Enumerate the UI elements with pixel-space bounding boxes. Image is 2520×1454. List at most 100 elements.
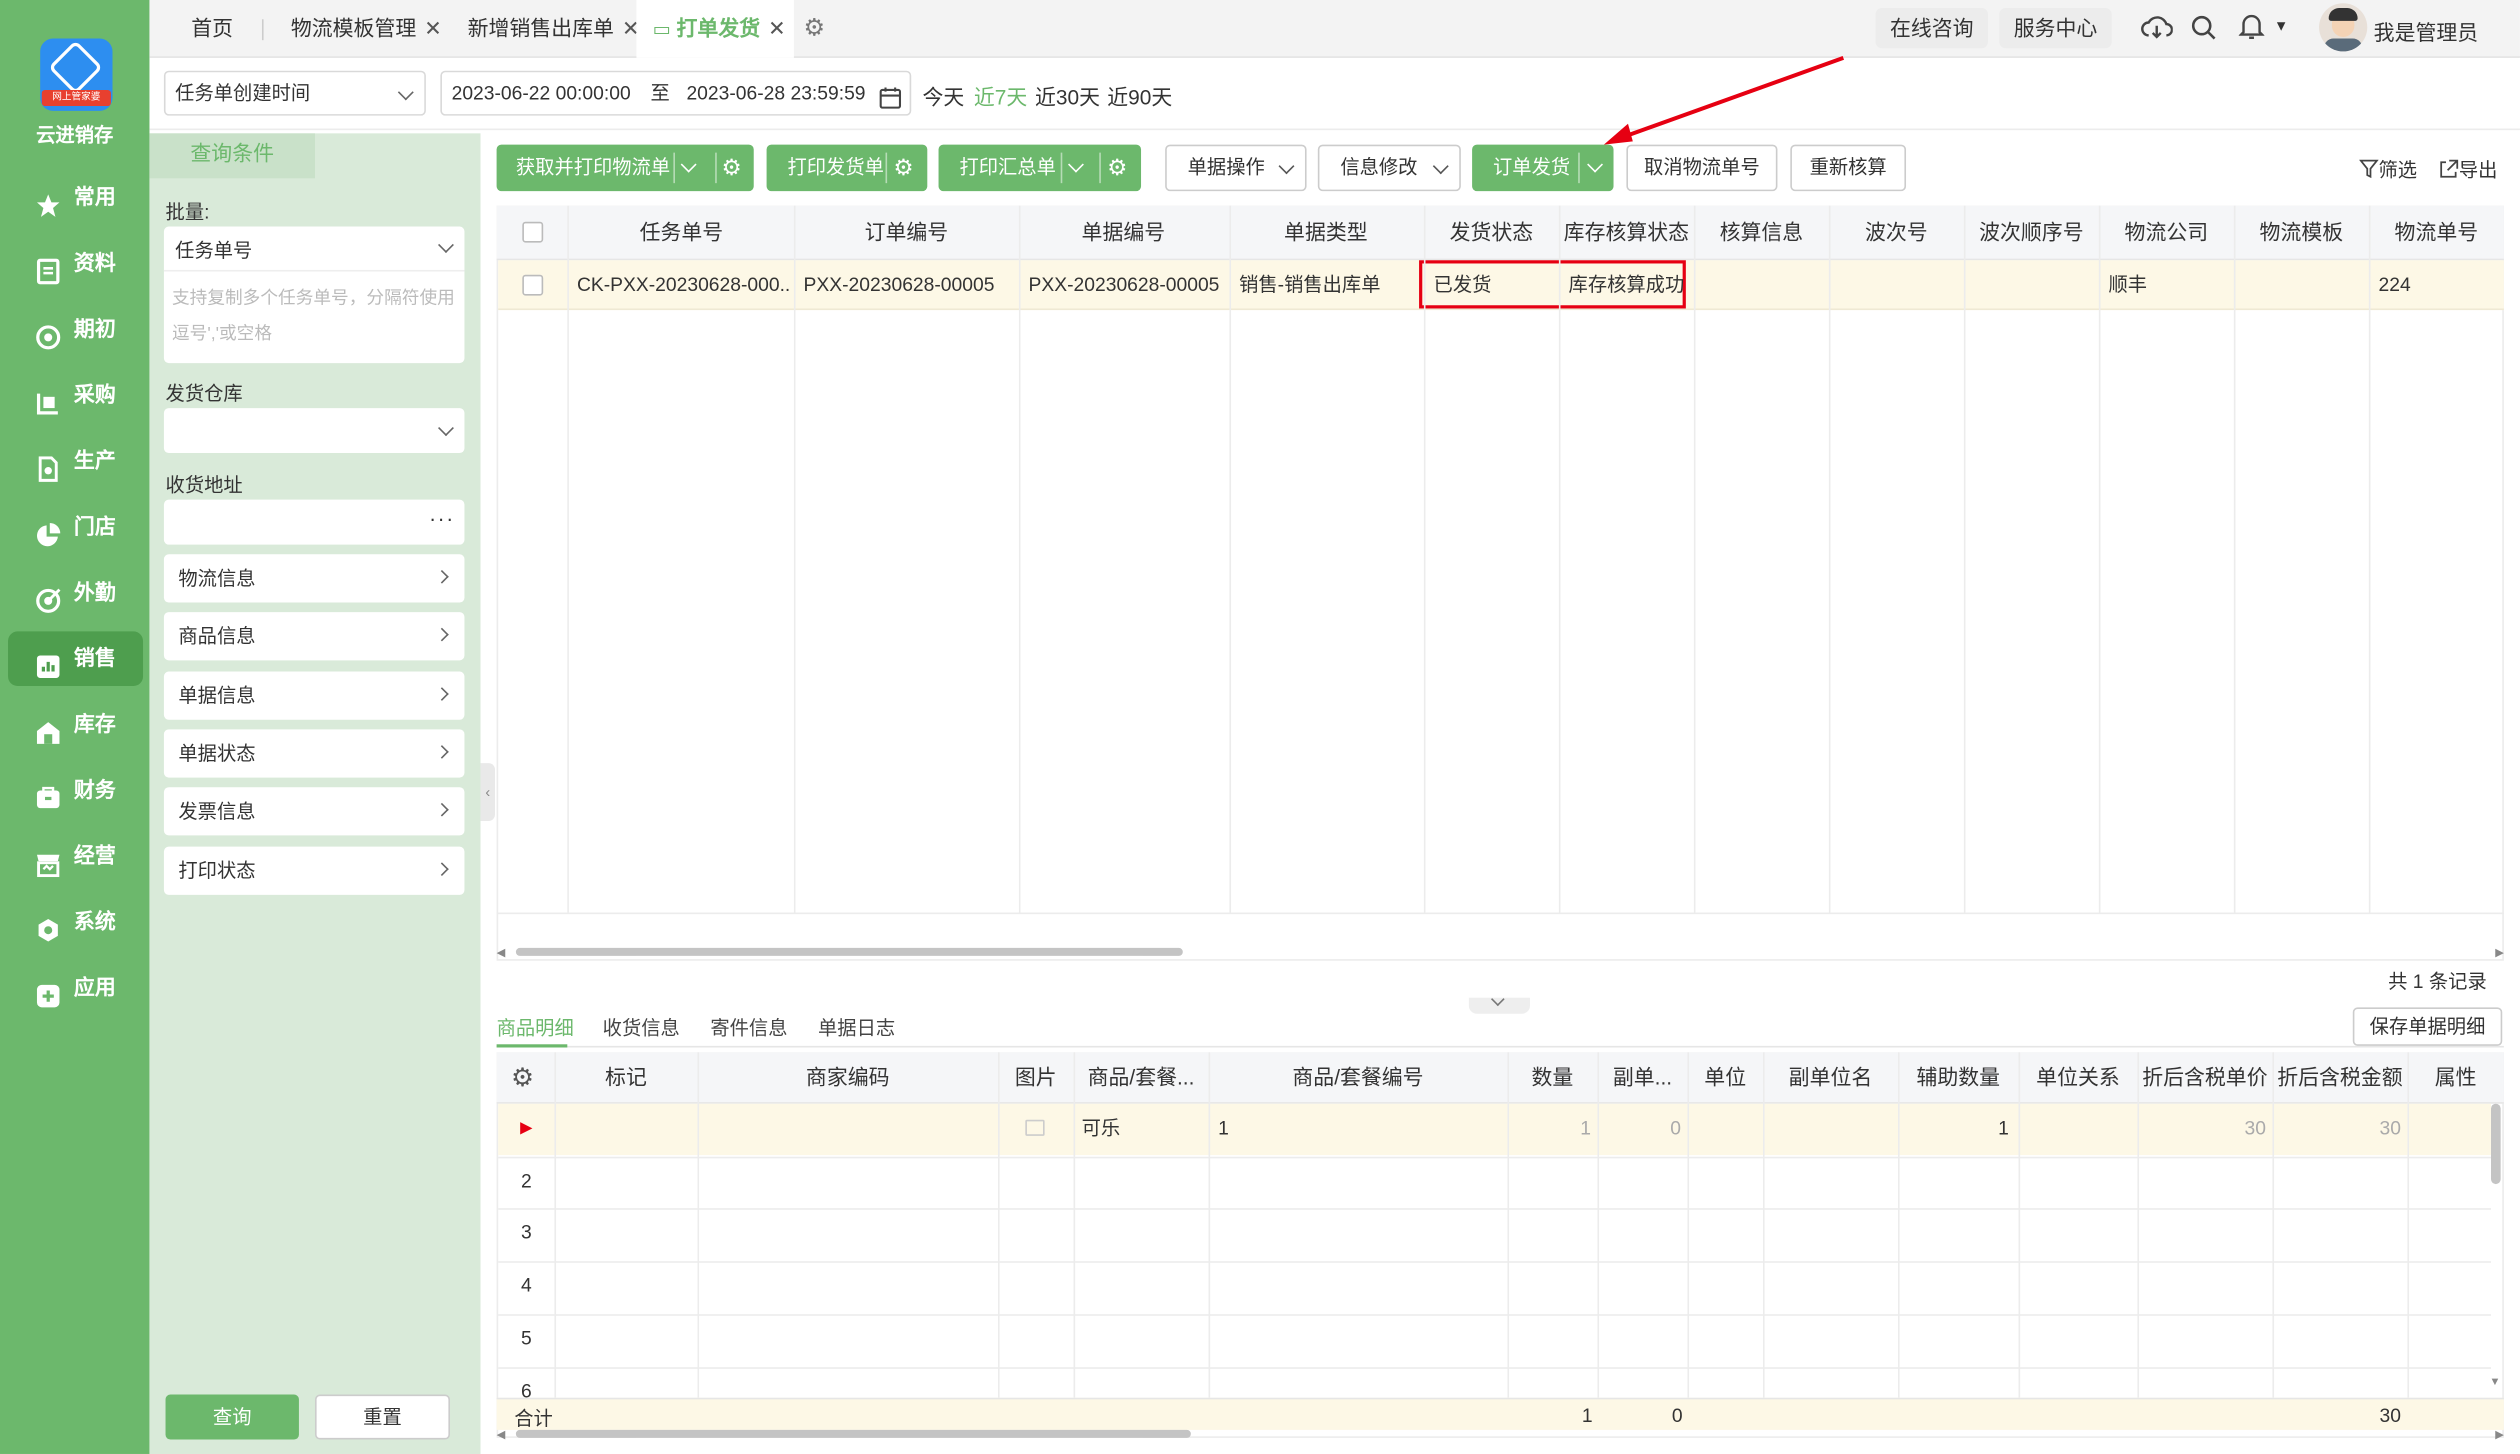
more-icon[interactable]: ··· <box>429 506 455 530</box>
sidebar-item-4[interactable]: 生产 <box>8 434 143 489</box>
column-header[interactable]: 副单... <box>1597 1052 1687 1103</box>
detail-tab-3[interactable]: 单据日志 <box>818 1014 895 1041</box>
column-header[interactable]: 单据编号 <box>1043 207 1204 258</box>
column-header[interactable]: 商家编码 <box>697 1052 998 1103</box>
batch-type-value[interactable]: 任务单号 <box>175 236 252 263</box>
date-range-picker[interactable]: 2023-06-22 00:00:00 至 2023-06-28 23:59:5… <box>440 70 912 116</box>
column-header[interactable]: 单位 <box>1687 1052 1763 1103</box>
column-header[interactable]: 图片 <box>998 1052 1074 1103</box>
query-section-5[interactable]: 打印状态 <box>163 846 465 895</box>
sidebar-item-12[interactable]: 应用 <box>8 961 143 1016</box>
collapse-panel-handle[interactable]: ‹ <box>480 763 495 821</box>
sidebar-item-2[interactable]: 期初 <box>8 302 143 357</box>
reset-button[interactable]: 重置 <box>314 1394 450 1440</box>
filter-button[interactable]: 筛选 <box>2358 156 2417 183</box>
address-input[interactable]: ··· <box>163 499 465 545</box>
horizontal-scrollbar[interactable]: ◀ ▶ <box>497 1427 2504 1441</box>
detail-tab-1[interactable]: 收货信息 <box>603 1014 680 1041</box>
column-header[interactable]: 订单编号 <box>826 207 987 258</box>
cell-qty[interactable]: 1 <box>1507 1104 1591 1154</box>
service-center-button[interactable]: 服务中心 <box>1999 8 2112 49</box>
query-section-4[interactable]: 发票信息 <box>163 787 465 836</box>
column-header[interactable]: 辅助数量 <box>1898 1052 2019 1103</box>
column-header[interactable]: 折后含税单价 <box>2137 1052 2272 1103</box>
warehouse-select[interactable] <box>163 408 465 454</box>
column-header[interactable]: 折后含税金额 <box>2272 1052 2407 1103</box>
tab-print-ship[interactable]: ▭ 打单发货 ✕ <box>636 0 794 58</box>
cell-code[interactable]: 1 <box>1218 1104 1491 1154</box>
print-delivery-button[interactable]: 打印发货单 ⚙ <box>766 144 928 192</box>
quick-range-30days[interactable]: 近30天 <box>1035 80 1100 111</box>
query-button[interactable]: 查询 <box>165 1394 299 1440</box>
query-section-0[interactable]: 物流信息 <box>163 554 465 603</box>
cell-amount[interactable]: 30 <box>2272 1104 2401 1154</box>
chevron-down-icon[interactable] <box>680 156 697 173</box>
quick-range-today[interactable]: 今天 <box>922 80 964 111</box>
detail-tab-0[interactable]: 商品明细 <box>497 1014 574 1041</box>
detail-tab-2[interactable]: 寄件信息 <box>710 1014 787 1041</box>
query-conditions-tab[interactable]: 查询条件 <box>149 133 315 179</box>
caret-down-icon[interactable]: ▼ <box>2274 18 2288 34</box>
avatar[interactable] <box>2319 3 2368 52</box>
sidebar-item-11[interactable]: 系统 <box>8 895 143 950</box>
column-header[interactable]: 商品/套餐编号 <box>1209 1052 1508 1103</box>
column-header[interactable]: 单位关系 <box>2019 1052 2138 1103</box>
column-settings-gear-icon[interactable]: ⚙ <box>511 1062 534 1094</box>
sidebar-item-0[interactable]: 常用 <box>8 170 143 225</box>
select-all-checkbox[interactable] <box>522 221 544 243</box>
sidebar-item-10[interactable]: 经营 <box>8 829 143 884</box>
cell-name[interactable]: 可乐 <box>1082 1104 1207 1154</box>
column-header[interactable]: 物流单号 <box>2356 207 2517 258</box>
export-button[interactable]: 导出 <box>2440 156 2497 183</box>
column-header[interactable]: 标记 <box>554 1052 697 1103</box>
info-edit-button[interactable]: 信息修改 <box>1317 144 1461 192</box>
tab-logistics-template[interactable]: 物流模板管理 ✕ <box>291 0 442 58</box>
cell-sub[interactable]: 0 <box>1597 1104 1681 1154</box>
cell-price[interactable]: 30 <box>2137 1104 2266 1154</box>
chevron-down-icon[interactable] <box>1067 156 1084 173</box>
close-icon[interactable]: ✕ <box>424 16 442 40</box>
app-logo[interactable]: 网上管家婆 <box>40 38 113 111</box>
bell-icon[interactable] <box>2238 13 2265 45</box>
query-section-2[interactable]: 单据信息 <box>163 671 465 720</box>
row-checkbox[interactable] <box>522 274 544 296</box>
batch-input[interactable]: 支持复制多个任务单号，分隔符使用逗号','或空格 <box>172 281 458 352</box>
tab-home[interactable]: 首页 <box>191 0 233 58</box>
sidebar-item-7[interactable]: 销售 <box>8 631 144 687</box>
sidebar-item-1[interactable]: 资料 <box>8 236 143 291</box>
vertical-scrollbar[interactable]: ▼ <box>2489 1103 2502 1390</box>
sidebar-item-9[interactable]: 财务 <box>8 763 143 818</box>
query-section-1[interactable]: 商品信息 <box>163 612 465 661</box>
date-type-select[interactable]: 任务单创建时间 <box>163 70 426 116</box>
column-header[interactable]: 商品/套餐... <box>1074 1052 1209 1103</box>
save-detail-button[interactable]: 保存单据明细 <box>2352 1007 2503 1046</box>
sidebar-item-8[interactable]: 库存 <box>8 697 143 752</box>
column-header[interactable]: 单据类型 <box>1246 207 1407 258</box>
tab-settings-gear-icon[interactable]: ⚙ <box>804 13 826 41</box>
gear-icon[interactable]: ⚙ <box>1107 145 1127 192</box>
column-header[interactable]: 数量 <box>1507 1052 1597 1103</box>
search-icon[interactable] <box>2190 14 2216 45</box>
cloud-download-icon[interactable] <box>2141 13 2174 47</box>
user-name[interactable]: 我是管理员 <box>2374 16 2478 47</box>
column-header[interactable]: 副单位名 <box>1763 1052 1898 1103</box>
quick-range-7days[interactable]: 近7天 <box>974 80 1027 111</box>
doc-ops-button[interactable]: 单据操作 <box>1165 144 1307 192</box>
sidebar-item-6[interactable]: 外勤 <box>8 566 143 621</box>
tab-new-sales-outbound[interactable]: 新增销售出库单 ✕ <box>468 0 640 58</box>
sidebar-item-5[interactable]: 门店 <box>8 500 143 555</box>
query-section-3[interactable]: 单据状态 <box>163 729 465 778</box>
calendar-icon[interactable] <box>879 82 902 124</box>
quick-range-90days[interactable]: 近90天 <box>1107 80 1172 111</box>
online-consult-button[interactable]: 在线咨询 <box>1875 8 1989 49</box>
print-summary-button[interactable]: 打印汇总单 ⚙ <box>938 144 1142 192</box>
close-icon[interactable]: ✕ <box>768 16 786 40</box>
chevron-down-icon[interactable] <box>438 237 454 253</box>
horizontal-scrollbar[interactable]: ◀ ▶ <box>497 945 2504 959</box>
column-header[interactable]: 任务单号 <box>601 207 762 258</box>
sidebar-item-3[interactable]: 采购 <box>8 368 143 423</box>
gear-icon[interactable]: ⚙ <box>894 145 914 192</box>
column-header[interactable]: 属性 <box>2407 1052 2503 1103</box>
splitter-handle[interactable] <box>1468 992 1530 1014</box>
cell-aux[interactable]: 1 <box>1898 1104 2009 1154</box>
